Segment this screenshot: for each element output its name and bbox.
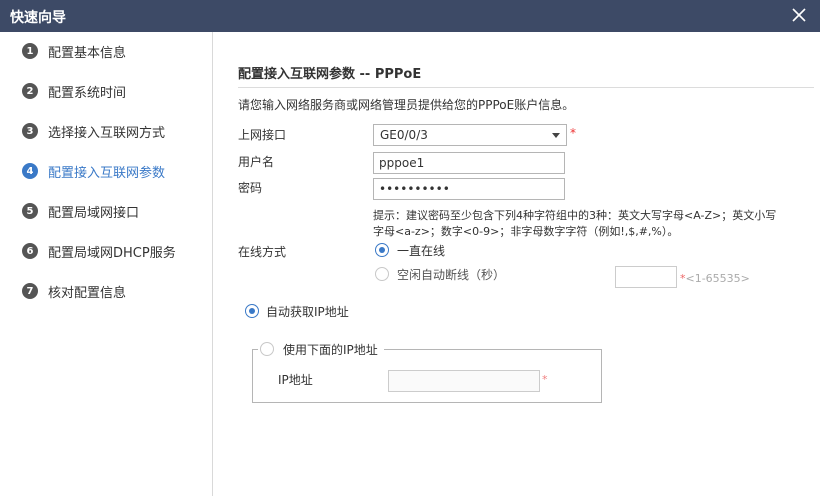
step-basic-info[interactable]: 1 配置基本信息 xyxy=(22,41,126,61)
username-label: 用户名 xyxy=(238,155,275,169)
step-number: 3 xyxy=(22,123,38,139)
step-review-config[interactable]: 7 核对配置信息 xyxy=(22,281,126,301)
step-lan-interface[interactable]: 5 配置局域网接口 xyxy=(22,201,139,221)
step-internet-params[interactable]: 4 配置接入互联网参数 xyxy=(22,161,165,181)
section-divider xyxy=(238,87,814,88)
always-online-label: 一直在线 xyxy=(397,244,446,258)
ip-address-label: IP地址 xyxy=(278,373,313,387)
step-label: 配置系统时间 xyxy=(48,85,127,101)
auto-ip-label: 自动获取IP地址 xyxy=(266,305,349,319)
interface-label: 上网接口 xyxy=(238,128,287,142)
password-hint: 提示：建议密码至少包含下列4种字符组中的3种：英文大写字母<A-Z>；英文小写字… xyxy=(373,209,777,238)
wizard-steps-sidebar: 1 配置基本信息 2 配置系统时间 3 选择接入互联网方式 4 配置接入互联网参… xyxy=(0,32,213,496)
manual-ip-radio[interactable] xyxy=(260,342,274,356)
step-number: 7 xyxy=(22,283,38,299)
step-system-time[interactable]: 2 配置系统时间 xyxy=(22,81,126,101)
auto-ip-radio[interactable] xyxy=(245,304,259,318)
manual-ip-label: 使用下面的IP地址 xyxy=(283,343,378,357)
step-internet-access-mode[interactable]: 3 选择接入互联网方式 xyxy=(22,121,165,141)
step-label: 选择接入互联网方式 xyxy=(48,125,166,141)
step-number: 5 xyxy=(22,203,38,219)
section-description: 请您输入网络服务商或网络管理员提供给您的PPPoE账户信息。 xyxy=(238,98,575,112)
step-lan-dhcp[interactable]: 6 配置局域网DHCP服务 xyxy=(22,241,176,261)
title-bar: 快速向导 xyxy=(0,0,820,32)
step-label: 配置局域网DHCP服务 xyxy=(48,245,176,261)
chevron-down-icon xyxy=(552,133,560,138)
idle-seconds-input[interactable] xyxy=(615,266,677,288)
close-icon[interactable] xyxy=(790,6,808,24)
idle-disconnect-radio[interactable] xyxy=(375,267,389,281)
interface-select[interactable]: GE0/0/3 xyxy=(373,124,567,146)
required-mark: * xyxy=(570,126,576,140)
ip-address-input[interactable] xyxy=(388,370,540,392)
section-title: 配置接入互联网参数 -- PPPoE xyxy=(238,67,422,82)
required-mark: * xyxy=(542,373,548,386)
main-panel: 配置接入互联网参数 -- PPPoE 请您输入网络服务商或网络管理员提供给您的P… xyxy=(214,32,820,496)
step-label: 配置接入互联网参数 xyxy=(48,165,166,181)
step-label: 核对配置信息 xyxy=(48,285,127,301)
step-label: 配置基本信息 xyxy=(48,45,127,61)
online-mode-label: 在线方式 xyxy=(238,245,287,259)
idle-disconnect-label: 空闲自动断线（秒） xyxy=(397,268,506,282)
always-online-radio[interactable] xyxy=(375,243,389,257)
idle-range-text: <1-65535> xyxy=(685,272,750,285)
password-label: 密码 xyxy=(238,181,263,195)
interface-select-value: GE0/0/3 xyxy=(380,128,428,142)
window-title: 快速向导 xyxy=(10,10,66,26)
step-number: 6 xyxy=(22,243,38,259)
step-number: 1 xyxy=(22,43,38,59)
password-input[interactable] xyxy=(373,178,565,200)
step-label: 配置局域网接口 xyxy=(48,205,140,221)
step-number: 2 xyxy=(22,83,38,99)
idle-range-hint: *<1-65535> xyxy=(680,272,750,285)
step-number: 4 xyxy=(22,163,38,179)
username-input[interactable] xyxy=(373,152,565,174)
